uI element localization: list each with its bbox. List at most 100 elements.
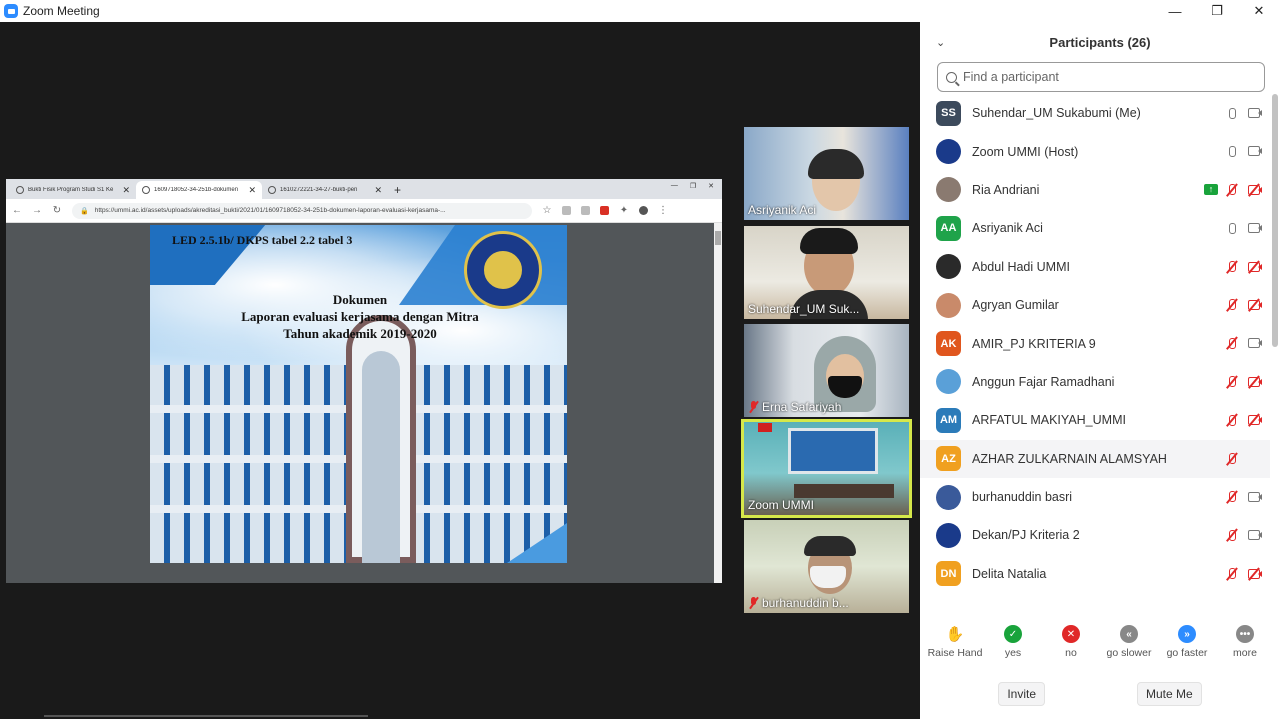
participant-name: Suhendar_UM Suk... (748, 302, 860, 316)
close-icon[interactable]: ✕ (1238, 0, 1280, 22)
go-slower-button[interactable]: « go slower (1101, 625, 1157, 659)
zoom-logo-icon (4, 4, 18, 18)
raise-hand-button[interactable]: ✋ Raise Hand (927, 625, 983, 659)
star-icon[interactable]: ☆ (542, 205, 552, 216)
video-tile[interactable]: burhanuddin b... (744, 520, 909, 613)
participant-row[interactable]: Agryan Gumilar (920, 286, 1270, 324)
minimize-icon[interactable]: — (1154, 0, 1196, 22)
mic-muted-icon[interactable] (1224, 451, 1240, 467)
video-off-icon[interactable] (1246, 412, 1262, 428)
participant-row[interactable]: AM ARFATUL MAKIYAH_UMMI (920, 401, 1270, 439)
search-input[interactable] (963, 70, 1253, 84)
back-arrow-icon[interactable]: ← (12, 205, 22, 216)
reload-icon[interactable]: ↻ (52, 205, 62, 216)
video-tile[interactable]: Erna Safariyah (744, 324, 909, 417)
go-faster-icon: » (1178, 625, 1196, 643)
video-camera-icon[interactable] (1246, 527, 1262, 543)
mic-muted-icon (748, 401, 759, 413)
restore-icon[interactable]: ❐ (1196, 0, 1238, 22)
participant-row[interactable]: Abdul Hadi UMMI (920, 248, 1270, 286)
no-button[interactable]: ✕ no (1043, 625, 1099, 659)
close-icon[interactable]: ✕ (708, 182, 714, 190)
yes-button[interactable]: ✓ yes (985, 625, 1041, 659)
participant-row[interactable]: AA Asriyanik Aci (920, 209, 1270, 247)
video-camera-icon[interactable] (1246, 489, 1262, 505)
video-off-icon[interactable] (1246, 297, 1262, 313)
new-tab-icon[interactable]: + (394, 181, 401, 199)
extension-icon[interactable] (581, 206, 590, 215)
close-tab-icon[interactable]: ✕ (248, 185, 256, 196)
video-tile[interactable]: Suhendar_UM Suk... (744, 226, 909, 319)
participant-name: Delita Natalia (972, 566, 1047, 581)
browser-tab[interactable]: Bukti Fisik Program Studi S1 Ke ✕ (10, 181, 136, 199)
participant-list-scrollbar[interactable] (1272, 94, 1278, 347)
minimize-icon[interactable]: — (671, 182, 678, 190)
no-icon: ✕ (1062, 625, 1080, 643)
participant-row[interactable]: AK AMIR_PJ KRITERIA 9 (920, 324, 1270, 362)
mic-muted-icon[interactable] (1224, 489, 1240, 505)
browser-window-controls: — ❐ ✕ (671, 182, 714, 190)
participant-name: burhanuddin basri (972, 490, 1073, 505)
mic-muted-icon[interactable] (1224, 374, 1240, 390)
more-button[interactable]: ••• more (1217, 625, 1273, 659)
avatar (936, 484, 961, 510)
participant-search[interactable] (937, 62, 1265, 92)
mic-muted-icon[interactable] (1224, 335, 1240, 351)
avatar (936, 139, 961, 165)
video-tile-active-speaker[interactable]: Zoom UMMI (741, 419, 912, 518)
mic-muted-icon[interactable] (1224, 297, 1240, 313)
url-field[interactable]: 🔒 https://ummi.ac.id/assets/uploads/akre… (72, 202, 532, 219)
video-camera-icon[interactable] (1246, 143, 1262, 159)
viewer-scrollbar[interactable] (714, 223, 722, 583)
globe-icon (142, 186, 150, 194)
close-tab-icon[interactable]: ✕ (122, 185, 130, 196)
video-tile[interactable]: Asriyanik Aci (744, 127, 909, 220)
participant-row[interactable]: AZ AZHAR ZULKARNAIN ALAMSYAH (920, 439, 1270, 478)
invite-button[interactable]: Invite (998, 682, 1045, 706)
participant-row[interactable]: Dekan/PJ Kriteria 2 (920, 516, 1270, 554)
participant-name: Suhendar_UM Sukabumi (Me) (972, 106, 1141, 121)
video-off-icon[interactable] (1246, 182, 1262, 198)
participant-name: Erna Safariyah (762, 400, 842, 414)
participant-name: Agryan Gumilar (972, 298, 1059, 313)
video-camera-icon[interactable] (1246, 105, 1262, 121)
lock-icon: 🔒 (80, 207, 89, 215)
participant-name: AZHAR ZULKARNAIN ALAMSYAH (972, 451, 1167, 466)
mic-icon[interactable] (1224, 143, 1240, 159)
pdf-extension-icon[interactable] (600, 206, 609, 215)
mic-icon[interactable] (1224, 220, 1240, 236)
puzzle-icon[interactable]: ✦ (619, 205, 629, 216)
video-off-icon[interactable] (1246, 566, 1262, 582)
extension-icon[interactable] (562, 206, 571, 215)
mic-muted-icon[interactable] (1224, 566, 1240, 582)
mic-muted-icon[interactable] (1224, 412, 1240, 428)
participant-row[interactable]: Ria Andriani ↑ (920, 171, 1270, 209)
video-off-icon[interactable] (1246, 374, 1262, 390)
browser-tab-active[interactable]: 1609718052-34-251b-dokumen ✕ (136, 181, 262, 199)
participant-row[interactable]: burhanuddin basri (920, 478, 1270, 516)
mic-muted-icon[interactable] (1224, 259, 1240, 275)
go-faster-button[interactable]: » go faster (1159, 625, 1215, 659)
participant-row[interactable]: DN Delita Natalia (920, 555, 1270, 593)
profile-avatar[interactable] (639, 206, 648, 215)
participant-row[interactable]: Zoom UMMI (Host) (920, 132, 1270, 170)
close-tab-icon[interactable]: ✕ (374, 185, 382, 196)
video-camera-icon[interactable] (1246, 220, 1262, 236)
forward-arrow-icon[interactable]: → (32, 205, 42, 216)
mic-muted-icon[interactable] (1224, 527, 1240, 543)
more-vertical-icon[interactable]: ⋮ (658, 205, 668, 216)
avatar: AA (936, 215, 961, 241)
video-camera-icon[interactable] (1246, 335, 1262, 351)
document-heading: Dokumen Laporan evaluasi kerjasama denga… (241, 292, 479, 341)
more-icon: ••• (1236, 625, 1254, 643)
meeting-area: Bukti Fisik Program Studi S1 Ke ✕ 160971… (0, 22, 920, 719)
video-off-icon[interactable] (1246, 259, 1262, 275)
participant-row[interactable]: Anggun Fajar Ramadhani (920, 363, 1270, 401)
raise-hand-label: Raise Hand (927, 647, 983, 659)
mute-me-button[interactable]: Mute Me (1137, 682, 1202, 706)
restore-icon[interactable]: ❐ (690, 182, 696, 190)
mic-icon[interactable] (1224, 105, 1240, 121)
participant-row[interactable]: SS Suhendar_UM Sukabumi (Me) (920, 94, 1270, 132)
browser-tab[interactable]: 1610272221-34-27-bukti-pen ✕ (262, 181, 388, 199)
mic-muted-icon[interactable] (1224, 182, 1240, 198)
